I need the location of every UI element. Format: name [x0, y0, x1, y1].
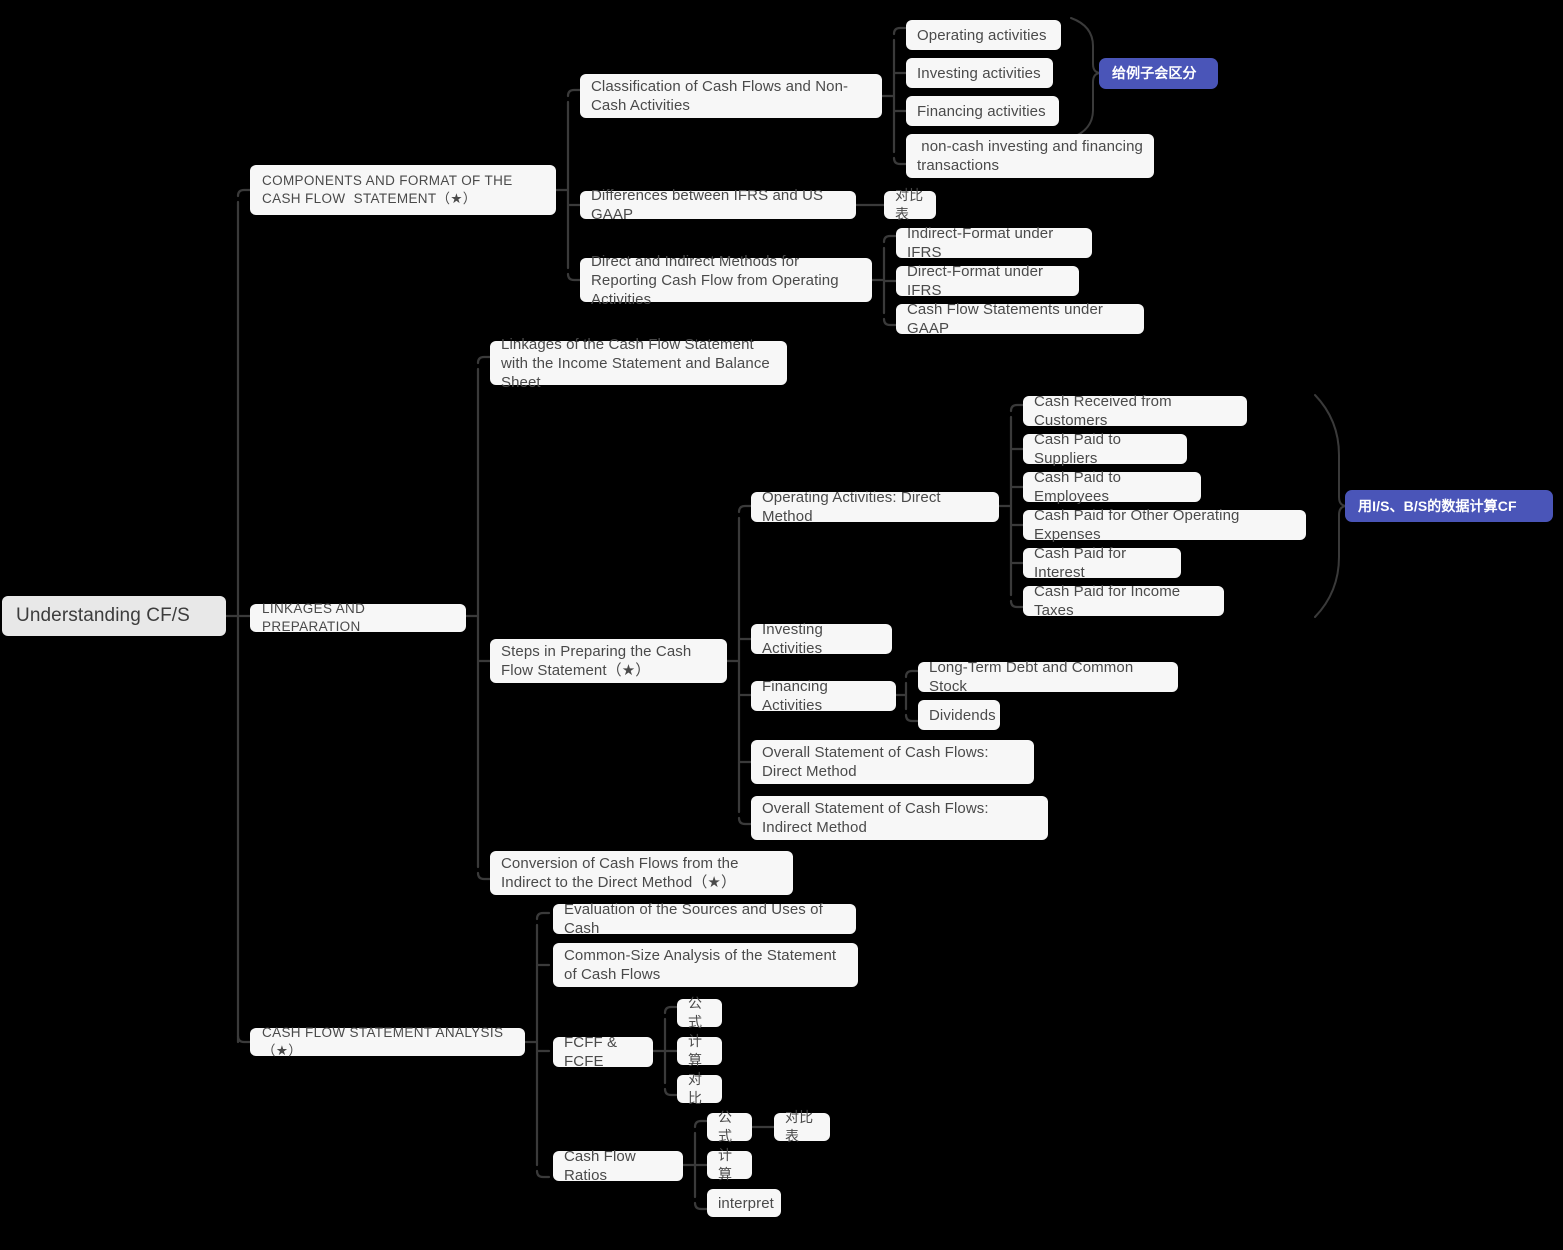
node-overall-indirect-method-label: Overall Statement of Cash Flows: Indirec… — [762, 800, 993, 836]
node-investing-activities[interactable]: Investing activities — [906, 58, 1053, 88]
node-cash-paid-other-operating[interactable]: Cash Paid for Other Operating Expenses — [1023, 507, 1306, 543]
summary-compute-cf-from-is-bs-label: 用I/S、B/S的数据计算CF — [1358, 497, 1517, 514]
branch-linkages-preparation[interactable]: LINKAGES AND PREPARATION — [250, 601, 466, 634]
node-linkages-statements-label: Linkages of the Cash Flow Statement with… — [501, 335, 775, 391]
node-fcff-formula-label: 公式 — [688, 995, 703, 1030]
node-cash-paid-employees-label: Cash Paid to Employees — [1034, 469, 1126, 505]
node-cash-paid-other-operating-label: Cash Paid for Other Operating Expenses — [1034, 507, 1244, 543]
node-non-cash-transactions[interactable]: non-cash investing and financing transac… — [906, 134, 1154, 178]
node-cash-flow-statements-gaap-label: Cash Flow Statements under GAAP — [907, 301, 1108, 337]
node-operating-direct-method-label: Operating Activities: Direct Method — [762, 489, 945, 525]
node-overall-direct-method[interactable]: Overall Statement of Cash Flows: Direct … — [751, 740, 1034, 784]
node-ratios-formula[interactable]: 公式 — [707, 1109, 752, 1144]
root-node[interactable]: Understanding CF/S — [2, 596, 226, 636]
node-long-term-debt-common-stock-label: Long-Term Debt and Common Stock — [929, 659, 1138, 695]
node-fcff-calculation-label: 计算 — [688, 1033, 703, 1068]
node-operating-direct-method[interactable]: Operating Activities: Direct Method — [751, 489, 999, 525]
node-ratios-comparison-table-label: 对比表 — [785, 1109, 814, 1144]
branch-cash-flow-analysis[interactable]: CASH FLOW STATEMENT ANALYSIS（★） — [250, 1025, 525, 1058]
node-financing-activities[interactable]: Financing activities — [906, 96, 1059, 126]
node-operating-activities[interactable]: Operating activities — [906, 20, 1061, 50]
node-overall-indirect-method[interactable]: Overall Statement of Cash Flows: Indirec… — [751, 796, 1048, 840]
node-ratios-interpret[interactable]: interpret — [707, 1189, 781, 1217]
node-cash-flow-statements-gaap[interactable]: Cash Flow Statements under GAAP — [896, 301, 1144, 337]
node-cash-paid-interest-label: Cash Paid for Interest — [1034, 545, 1131, 581]
node-comparison-table-ifrs-label: 对比表 — [895, 187, 924, 222]
node-financing-activities-step[interactable]: Financing Activities — [751, 678, 896, 714]
node-investing-activities-label: Investing activities — [917, 64, 1041, 82]
node-ratios-interpret-label: interpret — [718, 1194, 774, 1212]
node-cash-paid-employees[interactable]: Cash Paid to Employees — [1023, 469, 1201, 505]
node-dividends-label: Dividends — [929, 706, 996, 724]
node-common-size-analysis-label: Common-Size Analysis of the Statement of… — [564, 947, 841, 983]
node-fcff-comparison[interactable]: 对比 — [677, 1071, 722, 1106]
node-evaluation-sources-uses-label: Evaluation of the Sources and Uses of Ca… — [564, 901, 828, 937]
node-ratios-comparison-table[interactable]: 对比表 — [774, 1109, 830, 1144]
node-evaluation-sources-uses[interactable]: Evaluation of the Sources and Uses of Ca… — [553, 901, 856, 937]
node-common-size-analysis[interactable]: Common-Size Analysis of the Statement of… — [553, 943, 858, 987]
node-cash-received-customers[interactable]: Cash Received from Customers — [1023, 393, 1247, 429]
node-indirect-format-ifrs-label: Indirect-Format under IFRS — [907, 225, 1058, 261]
node-overall-direct-method-label: Overall Statement of Cash Flows: Direct … — [762, 744, 993, 780]
node-ratios-calculation[interactable]: 计算 — [707, 1147, 752, 1182]
node-steps-preparing-label: Steps in Preparing the Cash Flow Stateme… — [501, 643, 696, 679]
branch-cash-flow-analysis-label: CASH FLOW STATEMENT ANALYSIS（★） — [262, 1025, 504, 1058]
node-investing-activities-step[interactable]: Investing Activities — [751, 621, 892, 657]
branch-linkages-preparation-label: LINKAGES AND PREPARATION — [262, 601, 370, 634]
node-linkages-statements[interactable]: Linkages of the Cash Flow Statement with… — [490, 336, 787, 391]
node-fcff-formula[interactable]: 公式 — [677, 995, 722, 1030]
node-conversion-indirect-to-direct-label: Conversion of Cash Flows from the Indire… — [501, 855, 743, 891]
node-non-cash-transactions-label: non-cash investing and financing transac… — [917, 138, 1148, 174]
node-differences-ifrs-gaap[interactable]: Differences between IFRS and US GAAP — [580, 187, 856, 223]
node-differences-ifrs-gaap-label: Differences between IFRS and US GAAP — [591, 187, 828, 223]
node-comparison-table-ifrs[interactable]: 对比表 — [884, 187, 936, 222]
node-fcff-fcfe[interactable]: FCFF & FCFE — [553, 1034, 653, 1070]
node-classification-cash-flows[interactable]: Classification of Cash Flows and Non-Cas… — [580, 74, 882, 118]
node-dividends[interactable]: Dividends — [918, 700, 1000, 730]
node-conversion-indirect-to-direct[interactable]: Conversion of Cash Flows from the Indire… — [490, 851, 793, 895]
branch-components-format-label: COMPONENTS AND FORMAT OF THE CASH FLOW S… — [262, 173, 517, 206]
node-direct-indirect-methods-label: Direct and Indirect Methods for Reportin… — [591, 252, 843, 308]
summary-classification-examples[interactable]: 给例子会区分 — [1099, 58, 1218, 89]
node-direct-indirect-methods[interactable]: Direct and Indirect Methods for Reportin… — [580, 253, 872, 308]
node-ratios-calculation-label: 计算 — [718, 1147, 733, 1182]
node-direct-format-ifrs[interactable]: Direct-Format under IFRS — [896, 263, 1079, 299]
node-investing-activities-step-label: Investing Activities — [762, 621, 827, 657]
node-direct-format-ifrs-label: Direct-Format under IFRS — [907, 263, 1048, 299]
node-cash-paid-suppliers-label: Cash Paid to Suppliers — [1034, 431, 1126, 467]
node-steps-preparing[interactable]: Steps in Preparing the Cash Flow Stateme… — [490, 639, 727, 683]
mindmap-canvas: Understanding CF/S COMPONENTS AND FORMAT… — [0, 0, 1563, 1250]
node-operating-activities-label: Operating activities — [917, 26, 1047, 44]
node-cash-paid-income-taxes[interactable]: Cash Paid for Income Taxes — [1023, 583, 1224, 619]
node-classification-cash-flows-label: Classification of Cash Flows and Non-Cas… — [591, 78, 849, 114]
node-cash-flow-ratios-label: Cash Flow Ratios — [564, 1148, 641, 1184]
node-fcff-fcfe-label: FCFF & FCFE — [564, 1034, 622, 1070]
node-ratios-formula-label: 公式 — [718, 1109, 733, 1144]
node-financing-activities-step-label: Financing Activities — [762, 678, 832, 714]
node-long-term-debt-common-stock[interactable]: Long-Term Debt and Common Stock — [918, 659, 1178, 695]
summary-compute-cf-from-is-bs[interactable]: 用I/S、B/S的数据计算CF — [1345, 490, 1553, 522]
node-cash-flow-ratios[interactable]: Cash Flow Ratios — [553, 1148, 683, 1184]
node-cash-paid-income-taxes-label: Cash Paid for Income Taxes — [1034, 583, 1185, 619]
node-cash-paid-suppliers[interactable]: Cash Paid to Suppliers — [1023, 431, 1187, 467]
node-fcff-comparison-label: 对比 — [688, 1071, 703, 1106]
node-indirect-format-ifrs[interactable]: Indirect-Format under IFRS — [896, 225, 1092, 261]
node-cash-paid-interest[interactable]: Cash Paid for Interest — [1023, 545, 1181, 581]
node-cash-received-customers-label: Cash Received from Customers — [1034, 393, 1176, 429]
root-label: Understanding CF/S — [16, 605, 190, 626]
node-fcff-calculation[interactable]: 计算 — [677, 1033, 722, 1068]
summary-classification-examples-label: 给例子会区分 — [1112, 65, 1197, 81]
node-financing-activities-label: Financing activities — [917, 102, 1046, 120]
branch-components-format[interactable]: COMPONENTS AND FORMAT OF THE CASH FLOW S… — [250, 165, 556, 215]
